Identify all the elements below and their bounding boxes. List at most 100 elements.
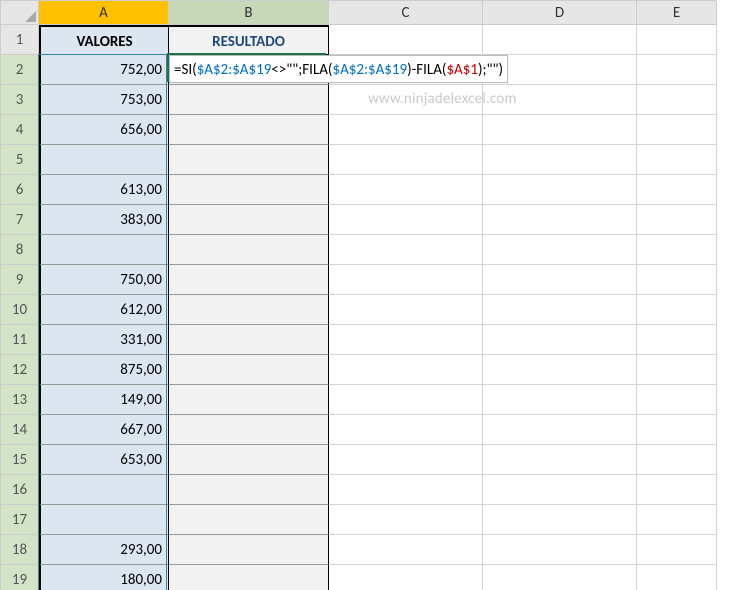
cell-D19[interactable]: [483, 565, 637, 590]
row-header-16[interactable]: 16: [1, 475, 39, 505]
select-all-corner[interactable]: [1, 1, 39, 25]
cell-A6[interactable]: 613,00: [39, 175, 169, 205]
cell-A5[interactable]: [39, 145, 169, 175]
cell-A10[interactable]: 612,00: [39, 295, 169, 325]
cell-A16[interactable]: [39, 475, 169, 505]
cell-A15[interactable]: 653,00: [39, 445, 169, 475]
cell-D18[interactable]: [483, 535, 637, 565]
cell-C12[interactable]: [329, 355, 483, 385]
cell-D17[interactable]: [483, 505, 637, 535]
cell-D6[interactable]: [483, 175, 637, 205]
row-header-5[interactable]: 5: [1, 145, 39, 175]
cell-B19[interactable]: [169, 565, 329, 590]
cell-C1[interactable]: [329, 25, 483, 55]
cell-A19[interactable]: 180,00: [39, 565, 169, 590]
row-header-9[interactable]: 9: [1, 265, 39, 295]
cell-B12[interactable]: [169, 355, 329, 385]
cell-D13[interactable]: [483, 385, 637, 415]
cell-C8[interactable]: [329, 235, 483, 265]
row-header-7[interactable]: 7: [1, 205, 39, 235]
cell-A7[interactable]: 383,00: [39, 205, 169, 235]
cell-E3[interactable]: [637, 85, 717, 115]
cell-E10[interactable]: [637, 295, 717, 325]
cell-D4[interactable]: [483, 115, 637, 145]
cell-B14[interactable]: [169, 415, 329, 445]
cell-E4[interactable]: [637, 115, 717, 145]
cell-A9[interactable]: 750,00: [39, 265, 169, 295]
row-header-11[interactable]: 11: [1, 325, 39, 355]
col-header-C[interactable]: C: [329, 1, 483, 25]
cell-C15[interactable]: [329, 445, 483, 475]
cell-E12[interactable]: [637, 355, 717, 385]
cell-E9[interactable]: [637, 265, 717, 295]
cell-A17[interactable]: [39, 505, 169, 535]
row-header-4[interactable]: 4: [1, 115, 39, 145]
cell-D16[interactable]: [483, 475, 637, 505]
row-header-3[interactable]: 3: [1, 85, 39, 115]
col-header-E[interactable]: E: [637, 1, 717, 25]
col-header-D[interactable]: D: [483, 1, 637, 25]
cell-C10[interactable]: [329, 295, 483, 325]
cell-B6[interactable]: [169, 175, 329, 205]
cell-D7[interactable]: [483, 205, 637, 235]
cell-B10[interactable]: [169, 295, 329, 325]
cell-B7[interactable]: [169, 205, 329, 235]
cell-D14[interactable]: [483, 415, 637, 445]
row-header-12[interactable]: 12: [1, 355, 39, 385]
cell-C18[interactable]: [329, 535, 483, 565]
row-header-1[interactable]: 1: [1, 25, 39, 55]
cell-B4[interactable]: [169, 115, 329, 145]
cell-A11[interactable]: 331,00: [39, 325, 169, 355]
cell-E15[interactable]: [637, 445, 717, 475]
cell-C5[interactable]: [329, 145, 483, 175]
cell-C16[interactable]: [329, 475, 483, 505]
cell-C9[interactable]: [329, 265, 483, 295]
cell-D3[interactable]: [483, 85, 637, 115]
cell-D8[interactable]: [483, 235, 637, 265]
cell-E7[interactable]: [637, 205, 717, 235]
cell-E1[interactable]: [637, 25, 717, 55]
cell-A1[interactable]: VALORES: [39, 25, 169, 55]
cell-D11[interactable]: [483, 325, 637, 355]
cell-D1[interactable]: [483, 25, 637, 55]
cell-B11[interactable]: [169, 325, 329, 355]
cell-E14[interactable]: [637, 415, 717, 445]
cell-E11[interactable]: [637, 325, 717, 355]
cell-B1[interactable]: RESULTADO: [169, 25, 329, 55]
cell-A14[interactable]: 667,00: [39, 415, 169, 445]
cell-C4[interactable]: [329, 115, 483, 145]
cell-A2[interactable]: 752,00: [39, 55, 169, 85]
cell-D10[interactable]: [483, 295, 637, 325]
grid[interactable]: ABCDE1VALORESRESULTADO2752,003753,004656…: [0, 0, 716, 590]
cell-E18[interactable]: [637, 535, 717, 565]
row-header-17[interactable]: 17: [1, 505, 39, 535]
cell-A8[interactable]: [39, 235, 169, 265]
row-header-13[interactable]: 13: [1, 385, 39, 415]
col-header-A[interactable]: A: [39, 1, 169, 25]
cell-C7[interactable]: [329, 205, 483, 235]
cell-C17[interactable]: [329, 505, 483, 535]
cell-A3[interactable]: 753,00: [39, 85, 169, 115]
cell-B3[interactable]: [169, 85, 329, 115]
row-header-18[interactable]: 18: [1, 535, 39, 565]
cell-D15[interactable]: [483, 445, 637, 475]
cell-C3[interactable]: [329, 85, 483, 115]
row-header-15[interactable]: 15: [1, 445, 39, 475]
cell-E19[interactable]: [637, 565, 717, 590]
cell-C11[interactable]: [329, 325, 483, 355]
cell-E16[interactable]: [637, 475, 717, 505]
row-header-6[interactable]: 6: [1, 175, 39, 205]
row-header-8[interactable]: 8: [1, 235, 39, 265]
cell-B9[interactable]: [169, 265, 329, 295]
col-header-B[interactable]: B: [169, 1, 329, 25]
cell-E5[interactable]: [637, 145, 717, 175]
row-header-10[interactable]: 10: [1, 295, 39, 325]
cell-C6[interactable]: [329, 175, 483, 205]
cell-E13[interactable]: [637, 385, 717, 415]
cell-A4[interactable]: 656,00: [39, 115, 169, 145]
cell-B16[interactable]: [169, 475, 329, 505]
cell-A13[interactable]: 149,00: [39, 385, 169, 415]
cell-A18[interactable]: 293,00: [39, 535, 169, 565]
cell-E6[interactable]: [637, 175, 717, 205]
row-header-14[interactable]: 14: [1, 415, 39, 445]
